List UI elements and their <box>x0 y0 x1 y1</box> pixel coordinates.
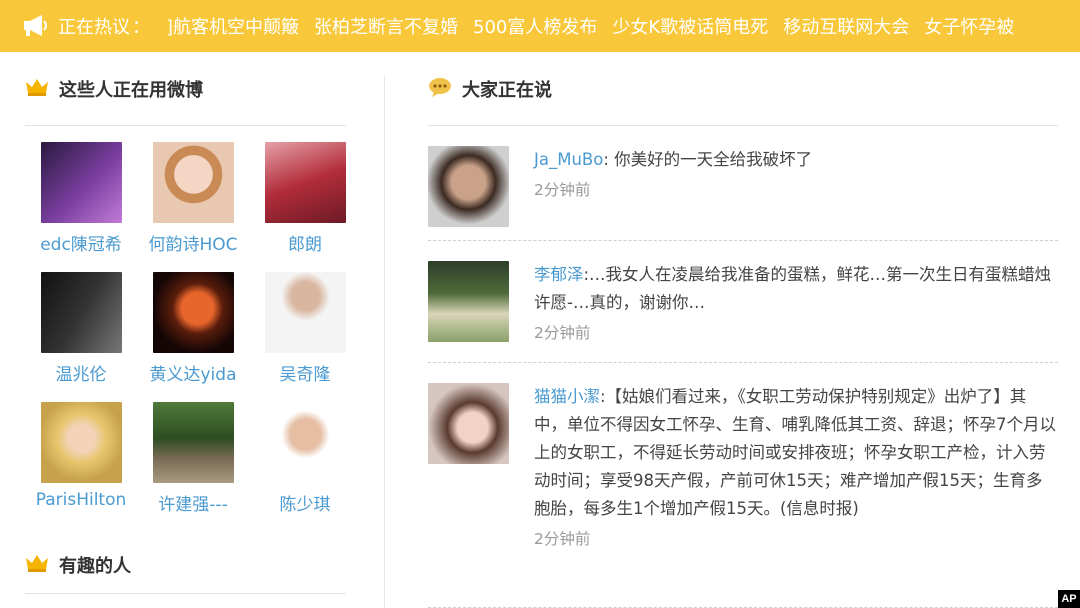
chat-bubble-icon <box>428 77 452 101</box>
feed-post: 猫猫小潔:【姑娘们看过来，《女职工劳动保护特别规定》出炉了】其中，单位不得因女工… <box>428 363 1058 608</box>
user-name-link[interactable]: 温兆伦 <box>56 360 107 385</box>
user-card[interactable]: 吴奇隆 <box>249 272 361 402</box>
user-card[interactable]: 黄义达yida <box>137 272 249 402</box>
post-time[interactable]: 2分钟前 <box>534 178 1058 200</box>
avatar[interactable] <box>152 272 234 353</box>
megaphone-icon <box>22 13 50 39</box>
avatar[interactable] <box>152 402 234 483</box>
crown-icon <box>25 554 49 576</box>
user-name-link[interactable]: 吴奇隆 <box>280 360 331 385</box>
user-name-link[interactable]: 陈少琪 <box>280 490 331 515</box>
feed-post: 李郁泽:…我女人在凌晨给我准备的蛋糕，鲜花…第一次生日有蛋糕蜡烛许愿-…真的，谢… <box>428 241 1058 363</box>
avatar[interactable] <box>40 272 122 353</box>
user-name-link[interactable]: 黄义达yida <box>150 360 237 385</box>
avatar[interactable] <box>428 261 509 342</box>
avatar[interactable] <box>40 142 122 223</box>
user-card[interactable]: 陈少琪 <box>249 402 361 532</box>
post-time[interactable]: 2分钟前 <box>534 321 1058 343</box>
section-header-feed: 大家正在说 <box>428 52 1058 126</box>
post-author-link[interactable]: 李郁泽 <box>534 265 584 284</box>
right-column: 大家正在说 Ja_MuBo: 你美好的一天全给我破坏了 2分钟前 李郁泽:…我女… <box>428 52 1058 608</box>
crown-icon <box>25 78 49 100</box>
post-time[interactable]: 2分钟前 <box>534 527 1058 549</box>
hot-topics-bar: 正在热议 ： ]航客机空中颠簸 张柏芝断言不复婚 500富人榜发布 少女K歌被话… <box>0 0 1080 52</box>
section-title: 大家正在说 <box>462 79 552 101</box>
section-title: 这些人正在用微博 <box>59 79 203 101</box>
user-card[interactable]: 何韵诗HOC <box>137 142 249 272</box>
user-card[interactable]: 许建强--- <box>137 402 249 532</box>
user-name-link[interactable]: 许建强--- <box>158 490 227 515</box>
user-name-link[interactable]: edc陳冠希 <box>40 230 122 255</box>
post-author-link[interactable]: 猫猫小潔 <box>534 387 600 406</box>
ap-watermark: AP <box>1058 590 1080 608</box>
user-name-link[interactable]: ParisHilton <box>36 490 127 510</box>
user-name-link[interactable]: 郎朗 <box>288 230 322 255</box>
column-divider <box>384 76 385 608</box>
post-author-link[interactable]: Ja_MuBo <box>534 150 603 169</box>
avatar[interactable] <box>264 272 346 353</box>
hot-topics-label: 正在热议 <box>58 17 130 38</box>
post-content: :…我女人在凌晨给我准备的蛋糕，鲜花…第一次生日有蛋糕蜡烛许愿-…真的，谢谢你… <box>534 265 1052 312</box>
hot-topic-link[interactable]: 500富人榜发布 <box>473 13 597 39</box>
post-body: Ja_MuBo: 你美好的一天全给我破坏了 2分钟前 <box>534 146 1058 240</box>
avatar[interactable] <box>428 146 509 227</box>
avatar[interactable] <box>152 142 234 223</box>
user-card[interactable]: ParisHilton <box>25 402 137 532</box>
avatar[interactable] <box>264 402 346 483</box>
post-body: 猫猫小潔:【姑娘们看过来，《女职工劳动保护特别规定》出炉了】其中，单位不得因女工… <box>534 383 1058 607</box>
post-text: 猫猫小潔:【姑娘们看过来，《女职工劳动保护特别规定》出炉了】其中，单位不得因女工… <box>534 383 1058 523</box>
hot-topic-link[interactable]: 移动互联网大会 <box>783 13 909 39</box>
hot-topics-colon: ： <box>132 17 150 38</box>
section-title: 有趣的人 <box>59 555 131 577</box>
post-body: 李郁泽:…我女人在凌晨给我准备的蛋糕，鲜花…第一次生日有蛋糕蜡烛许愿-…真的，谢… <box>534 261 1058 362</box>
left-column: 这些人正在用微博 edc陳冠希 何韵诗HOC 郎朗 温兆伦 黄义达yida 吴奇… <box>25 52 346 608</box>
hot-topic-link[interactable]: 女子怀孕被 <box>924 13 1014 39</box>
avatar[interactable] <box>40 402 122 483</box>
section-header-users: 这些人正在用微博 <box>25 52 346 126</box>
section-header-interesting: 有趣的人 <box>25 536 346 594</box>
feed-post: Ja_MuBo: 你美好的一天全给我破坏了 2分钟前 <box>428 126 1058 241</box>
user-card[interactable]: 温兆伦 <box>25 272 137 402</box>
user-grid: edc陳冠希 何韵诗HOC 郎朗 温兆伦 黄义达yida 吴奇隆 ParisHi… <box>25 126 346 532</box>
post-text: 李郁泽:…我女人在凌晨给我准备的蛋糕，鲜花…第一次生日有蛋糕蜡烛许愿-…真的，谢… <box>534 261 1058 317</box>
post-text: Ja_MuBo: 你美好的一天全给我破坏了 <box>534 146 1058 174</box>
avatar[interactable] <box>428 383 509 464</box>
hot-topic-link[interactable]: 张柏芝断言不复婚 <box>314 13 458 39</box>
user-name-link[interactable]: 何韵诗HOC <box>148 230 237 255</box>
avatar[interactable] <box>264 142 346 223</box>
hot-topic-link[interactable]: 少女K歌被话筒电死 <box>612 13 768 39</box>
post-content: :【姑娘们看过来，《女职工劳动保护特别规定》出炉了】其中，单位不得因女工怀孕、生… <box>534 387 1056 518</box>
hot-topic-link[interactable]: ]航客机空中颠簸 <box>166 13 299 39</box>
post-content: : 你美好的一天全给我破坏了 <box>603 150 813 169</box>
user-card[interactable]: edc陳冠希 <box>25 142 137 272</box>
user-card[interactable]: 郎朗 <box>249 142 361 272</box>
